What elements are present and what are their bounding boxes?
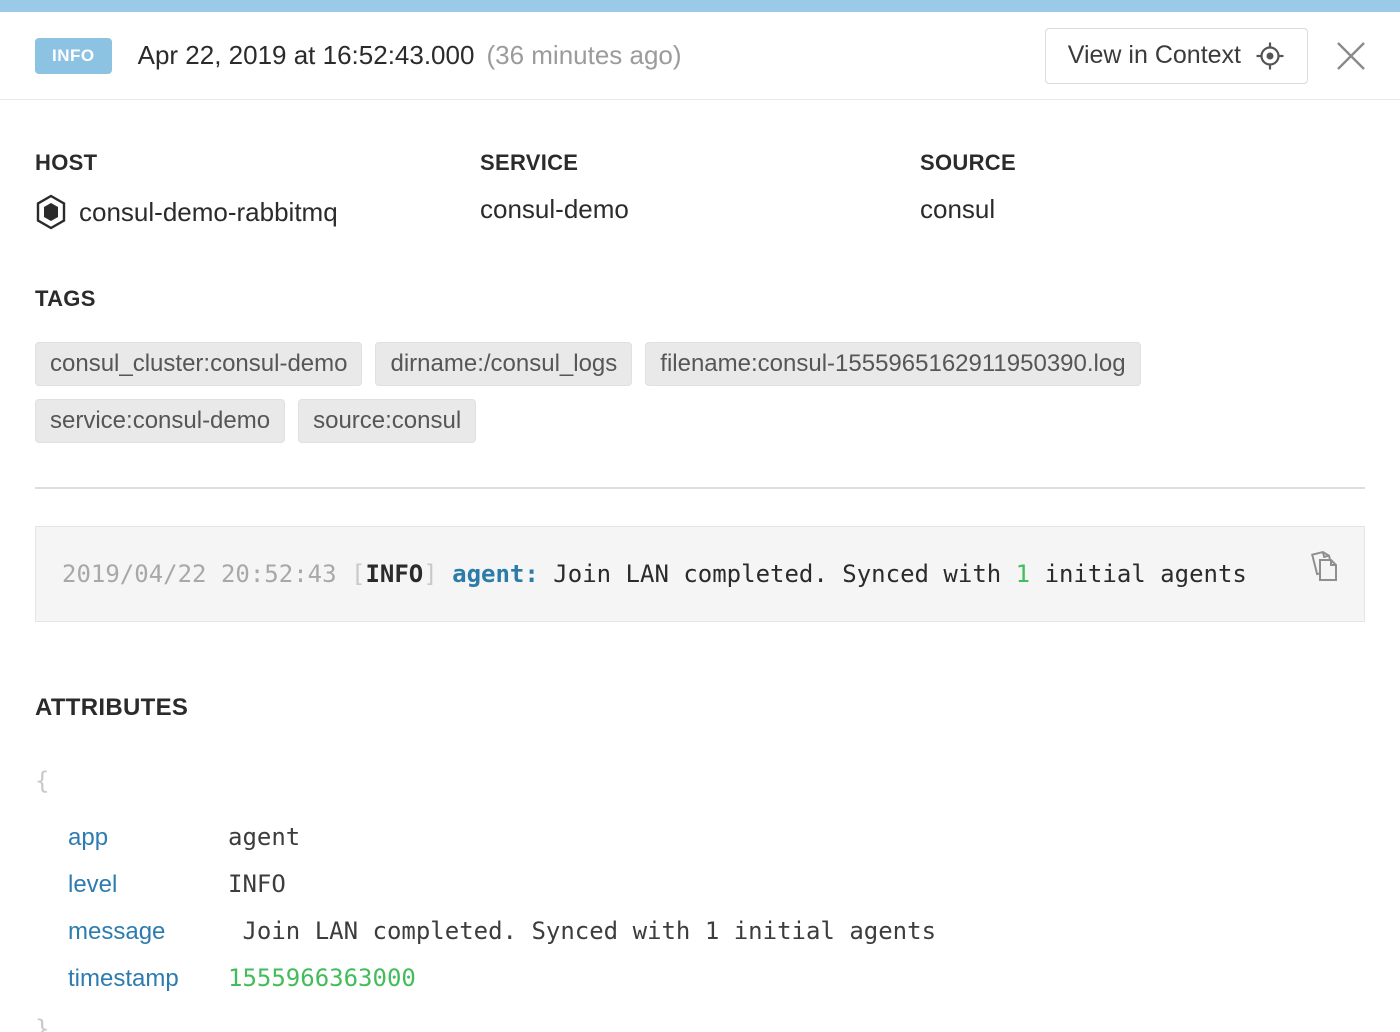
log-detail-header: INFO Apr 22, 2019 at 16:52:43.000 (36 mi… — [0, 12, 1400, 100]
host-value: consul-demo-rabbitmq — [79, 197, 338, 228]
tag-pill[interactable]: dirname:/consul_logs — [375, 342, 632, 386]
tag-pill[interactable]: source:consul — [298, 399, 476, 443]
severity-top-strip — [0, 0, 1400, 12]
view-in-context-label: View in Context — [1068, 41, 1241, 70]
copy-icon — [1306, 547, 1342, 585]
service-value[interactable]: consul-demo — [480, 194, 920, 225]
attribute-value[interactable]: Join LAN completed. Synced with 1 initia… — [228, 908, 936, 955]
log-line-level: INFO — [365, 560, 423, 588]
source-value[interactable]: consul — [920, 194, 1365, 225]
attribute-key[interactable]: message — [68, 908, 228, 955]
tags-list: consul_cluster:consul-demo dirname:/cons… — [35, 342, 1365, 443]
close-icon — [1334, 39, 1368, 73]
tag-pill[interactable]: filename:consul-1555965162911950390.log — [645, 342, 1140, 386]
event-timestamp: Apr 22, 2019 at 16:52:43.000 — [138, 40, 475, 71]
attribute-row: level INFO — [35, 861, 1365, 908]
meta-columns: HOST consul-demo-rabbitmq SERVICE consul… — [35, 150, 1365, 230]
copy-log-button[interactable] — [1306, 547, 1342, 585]
json-open-brace: { — [35, 766, 1365, 796]
tags-section: TAGS consul_cluster:consul-demo dirname:… — [35, 286, 1365, 443]
section-divider — [35, 487, 1365, 489]
attribute-row: timestamp 1555966363000 — [35, 955, 1365, 1002]
log-line-number: 1 — [1016, 560, 1030, 588]
json-close-brace: } — [35, 1014, 1365, 1032]
attribute-value[interactable]: agent — [228, 814, 300, 861]
crosshair-icon — [1255, 41, 1285, 71]
attribute-value[interactable]: INFO — [228, 861, 286, 908]
attribute-value[interactable]: 1555966363000 — [228, 955, 416, 1002]
tag-pill[interactable]: service:consul-demo — [35, 399, 285, 443]
attribute-key[interactable]: level — [68, 861, 228, 908]
event-relative-time: (36 minutes ago) — [486, 40, 681, 71]
attribute-rows: app agent level INFO message Join LAN co… — [35, 814, 1365, 1002]
source-column: SOURCE consul — [920, 150, 1365, 230]
view-in-context-button[interactable]: View in Context — [1045, 28, 1308, 84]
tags-label: TAGS — [35, 286, 1365, 312]
log-bracket-open: [ — [351, 560, 365, 588]
attributes-json: { app agent level INFO message Join LAN … — [35, 766, 1365, 1032]
attribute-key[interactable]: timestamp — [68, 955, 228, 1002]
host-column: HOST consul-demo-rabbitmq — [35, 150, 480, 230]
log-bracket-close: ] — [423, 560, 437, 588]
log-line-text: initial agents — [1030, 560, 1247, 588]
attributes-label: ATTRIBUTES — [35, 694, 1365, 722]
log-line-timestamp: 2019/04/22 20:52:43 — [62, 560, 351, 588]
attribute-row: message Join LAN completed. Synced with … — [35, 908, 1365, 955]
attribute-key[interactable]: app — [68, 814, 228, 861]
log-message-box: 2019/04/22 20:52:43 [INFO] agent: Join L… — [35, 526, 1365, 622]
host-value-row[interactable]: consul-demo-rabbitmq — [35, 194, 480, 230]
log-line-text: Join LAN completed. Synced with — [539, 560, 1016, 588]
log-detail-body: HOST consul-demo-rabbitmq SERVICE consul… — [0, 150, 1400, 1032]
close-panel-button[interactable] — [1334, 39, 1368, 73]
status-badge: INFO — [35, 38, 112, 74]
log-line-app: agent: — [438, 560, 539, 588]
service-column: SERVICE consul-demo — [480, 150, 920, 230]
attribute-row: app agent — [35, 814, 1365, 861]
host-label: HOST — [35, 150, 480, 176]
source-label: SOURCE — [920, 150, 1365, 176]
service-label: SERVICE — [480, 150, 920, 176]
host-hexagon-icon — [35, 194, 67, 230]
tag-pill[interactable]: consul_cluster:consul-demo — [35, 342, 362, 386]
